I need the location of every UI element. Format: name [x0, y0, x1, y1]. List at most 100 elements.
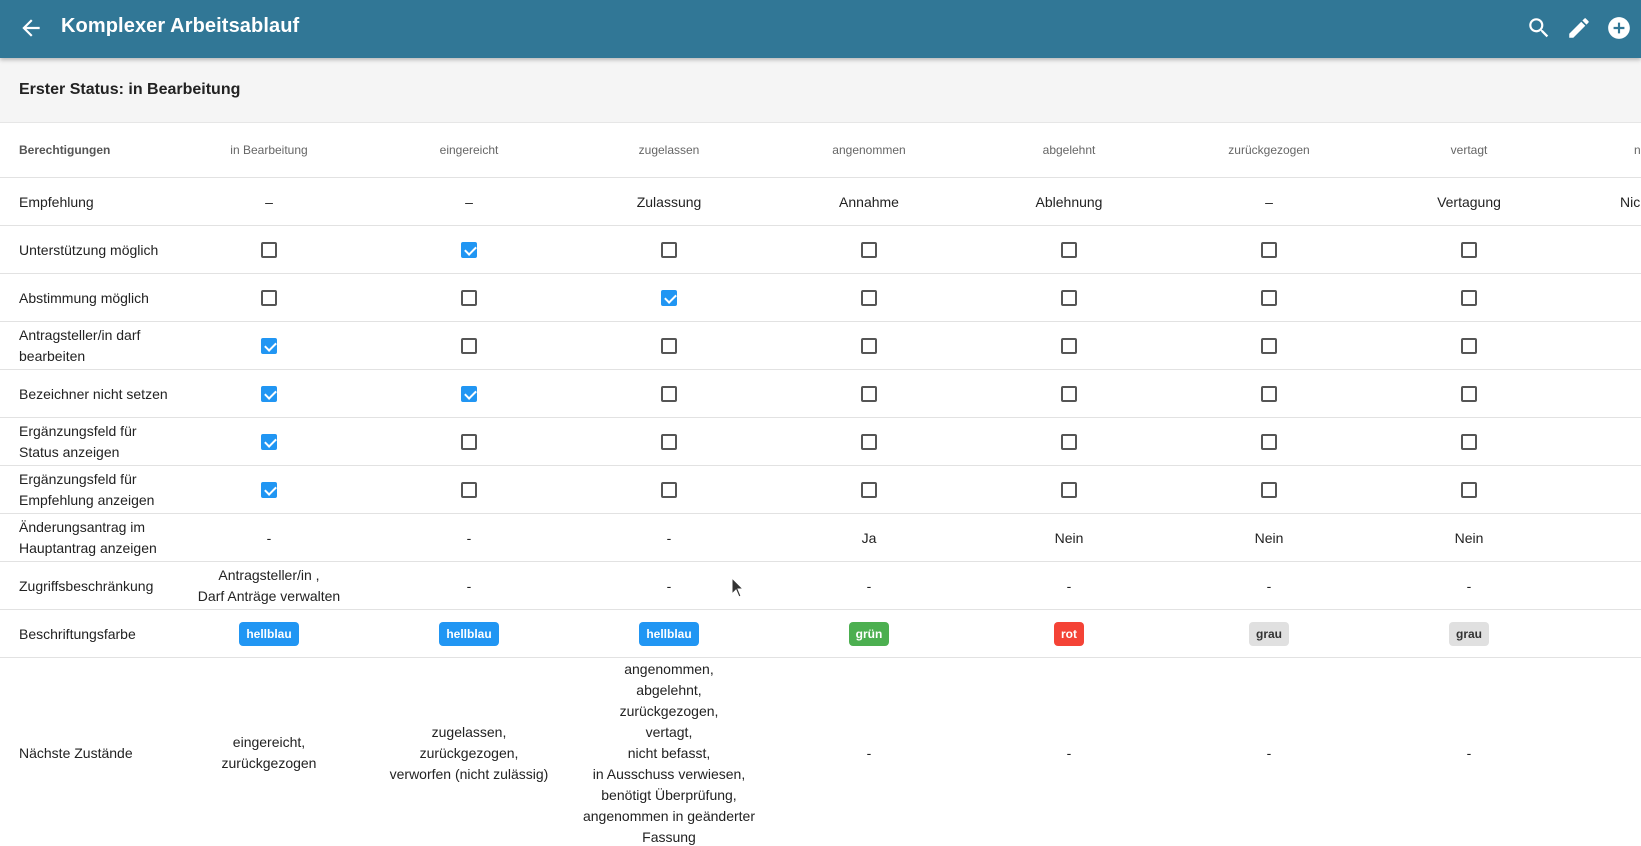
permission-checkbox[interactable]: [861, 434, 877, 450]
row-label: Empfehlung: [19, 193, 94, 210]
permission-checkbox[interactable]: [261, 242, 277, 258]
table-cell: hellblau: [174, 610, 364, 658]
table-cell: Nein: [1254, 529, 1284, 546]
permission-checkbox[interactable]: [1461, 242, 1477, 258]
page-title: Komplexer Arbeitsablauf: [61, 15, 300, 37]
permission-checkbox[interactable]: [261, 290, 277, 306]
table-cell: [574, 226, 764, 274]
permission-checkbox[interactable]: [461, 386, 477, 402]
column-header-nicht-befasst[interactable]: n: [1634, 123, 1641, 178]
table-cell: [374, 370, 564, 418]
column-header-zugelassen[interactable]: zugelassen: [574, 123, 764, 178]
permission-checkbox[interactable]: [1461, 290, 1477, 306]
permission-checkbox[interactable]: [261, 434, 277, 450]
add-circle-icon[interactable]: [1606, 15, 1632, 41]
table-cell: grün: [774, 610, 964, 658]
table-cell: [174, 370, 364, 418]
table-cell: [774, 418, 964, 466]
permission-checkbox[interactable]: [861, 386, 877, 402]
table-header-row: Berechtigungen in Bearbeitung eingereich…: [0, 123, 1641, 178]
table-cell: [774, 466, 964, 514]
permission-checkbox[interactable]: [1461, 482, 1477, 498]
permission-checkbox[interactable]: [861, 242, 877, 258]
workflow-table: Berechtigungen in Bearbeitung eingereich…: [0, 123, 1641, 846]
permission-checkbox[interactable]: [461, 242, 477, 258]
permission-checkbox[interactable]: [1461, 386, 1477, 402]
table-cell: grau: [1374, 610, 1564, 658]
column-header-vertagt[interactable]: vertagt: [1374, 123, 1564, 178]
permission-checkbox[interactable]: [661, 386, 677, 402]
table-cell: [774, 322, 964, 370]
column-header-zurueckgezogen[interactable]: zurückgezogen: [1174, 123, 1364, 178]
permission-checkbox[interactable]: [1261, 338, 1277, 354]
permission-checkbox[interactable]: [1061, 242, 1077, 258]
color-chip: grau: [1448, 622, 1489, 646]
permission-checkbox[interactable]: [661, 290, 677, 306]
table-cell: -: [466, 529, 472, 546]
pencil-icon[interactable]: [1566, 15, 1592, 41]
permission-checkbox[interactable]: [1061, 386, 1077, 402]
table-cell: [774, 370, 964, 418]
table-cell: [774, 274, 964, 322]
table-cell: [174, 322, 364, 370]
permission-checkbox[interactable]: [261, 482, 277, 498]
permission-checkbox[interactable]: [461, 338, 477, 354]
row-label: Zugriffsbeschränkung: [19, 577, 154, 594]
permission-checkbox[interactable]: [1061, 482, 1077, 498]
permission-checkbox[interactable]: [1061, 338, 1077, 354]
permission-checkbox[interactable]: [461, 290, 477, 306]
permission-checkbox[interactable]: [1061, 434, 1077, 450]
table-row: Empfehlung – – Zulassung Annahme Ablehnu…: [0, 178, 1641, 226]
permission-checkbox[interactable]: [461, 434, 477, 450]
row-label: Unterstützung möglich: [19, 241, 159, 258]
table-cell: [574, 418, 764, 466]
permission-checkbox[interactable]: [861, 290, 877, 306]
table-cell: [774, 226, 964, 274]
arrow-back-icon[interactable]: [18, 15, 44, 41]
table-cell: [1174, 466, 1364, 514]
column-header-in-bearbeitung[interactable]: in Bearbeitung: [174, 123, 364, 178]
table-cell: eingereicht, zurückgezogen: [221, 734, 317, 771]
table-cell: Nein: [1054, 529, 1084, 546]
permission-checkbox[interactable]: [1261, 482, 1277, 498]
table-cell: grau: [1174, 610, 1364, 658]
permission-checkbox[interactable]: [1061, 290, 1077, 306]
table-cell: [574, 322, 764, 370]
permission-checkbox[interactable]: [661, 338, 677, 354]
permission-checkbox[interactable]: [1261, 290, 1277, 306]
table-cell: rot: [974, 610, 1164, 658]
table-cell: -: [1066, 577, 1072, 594]
permission-checkbox[interactable]: [661, 482, 677, 498]
table-row: Änderungsantrag im Hauptantrag anzeigen …: [0, 514, 1641, 562]
table-cell: [574, 466, 764, 514]
permission-checkbox[interactable]: [461, 482, 477, 498]
table-cell: [1374, 322, 1564, 370]
table-cell: -: [1266, 744, 1272, 761]
table-cell: hellblau: [574, 610, 764, 658]
search-icon[interactable]: [1526, 15, 1552, 41]
table-row: Abstimmung möglich: [0, 274, 1641, 322]
permission-checkbox[interactable]: [1261, 434, 1277, 450]
permission-checkbox[interactable]: [1461, 434, 1477, 450]
permission-checkbox[interactable]: [261, 338, 277, 354]
column-header-abgelehnt[interactable]: abgelehnt: [974, 123, 1164, 178]
permission-checkbox[interactable]: [661, 434, 677, 450]
permission-checkbox[interactable]: [1261, 242, 1277, 258]
table-cell: [1174, 226, 1364, 274]
permission-checkbox[interactable]: [1461, 338, 1477, 354]
row-label: Antragsteller/in darf bearbeiten: [19, 327, 141, 364]
table-cell: [374, 226, 564, 274]
permission-checkbox[interactable]: [861, 482, 877, 498]
permission-checkbox[interactable]: [861, 338, 877, 354]
column-header-angenommen[interactable]: angenommen: [774, 123, 964, 178]
permission-checkbox[interactable]: [661, 242, 677, 258]
color-chip: hellblau: [439, 622, 499, 646]
permission-checkbox[interactable]: [1261, 386, 1277, 402]
table-cell: [374, 466, 564, 514]
color-chip: grau: [1248, 622, 1289, 646]
column-header-eingereicht[interactable]: eingereicht: [374, 123, 564, 178]
table-cell: [974, 274, 1164, 322]
app-toolbar: Komplexer Arbeitsablauf: [0, 0, 1641, 58]
table-cell: -: [1266, 577, 1272, 594]
permission-checkbox[interactable]: [261, 386, 277, 402]
